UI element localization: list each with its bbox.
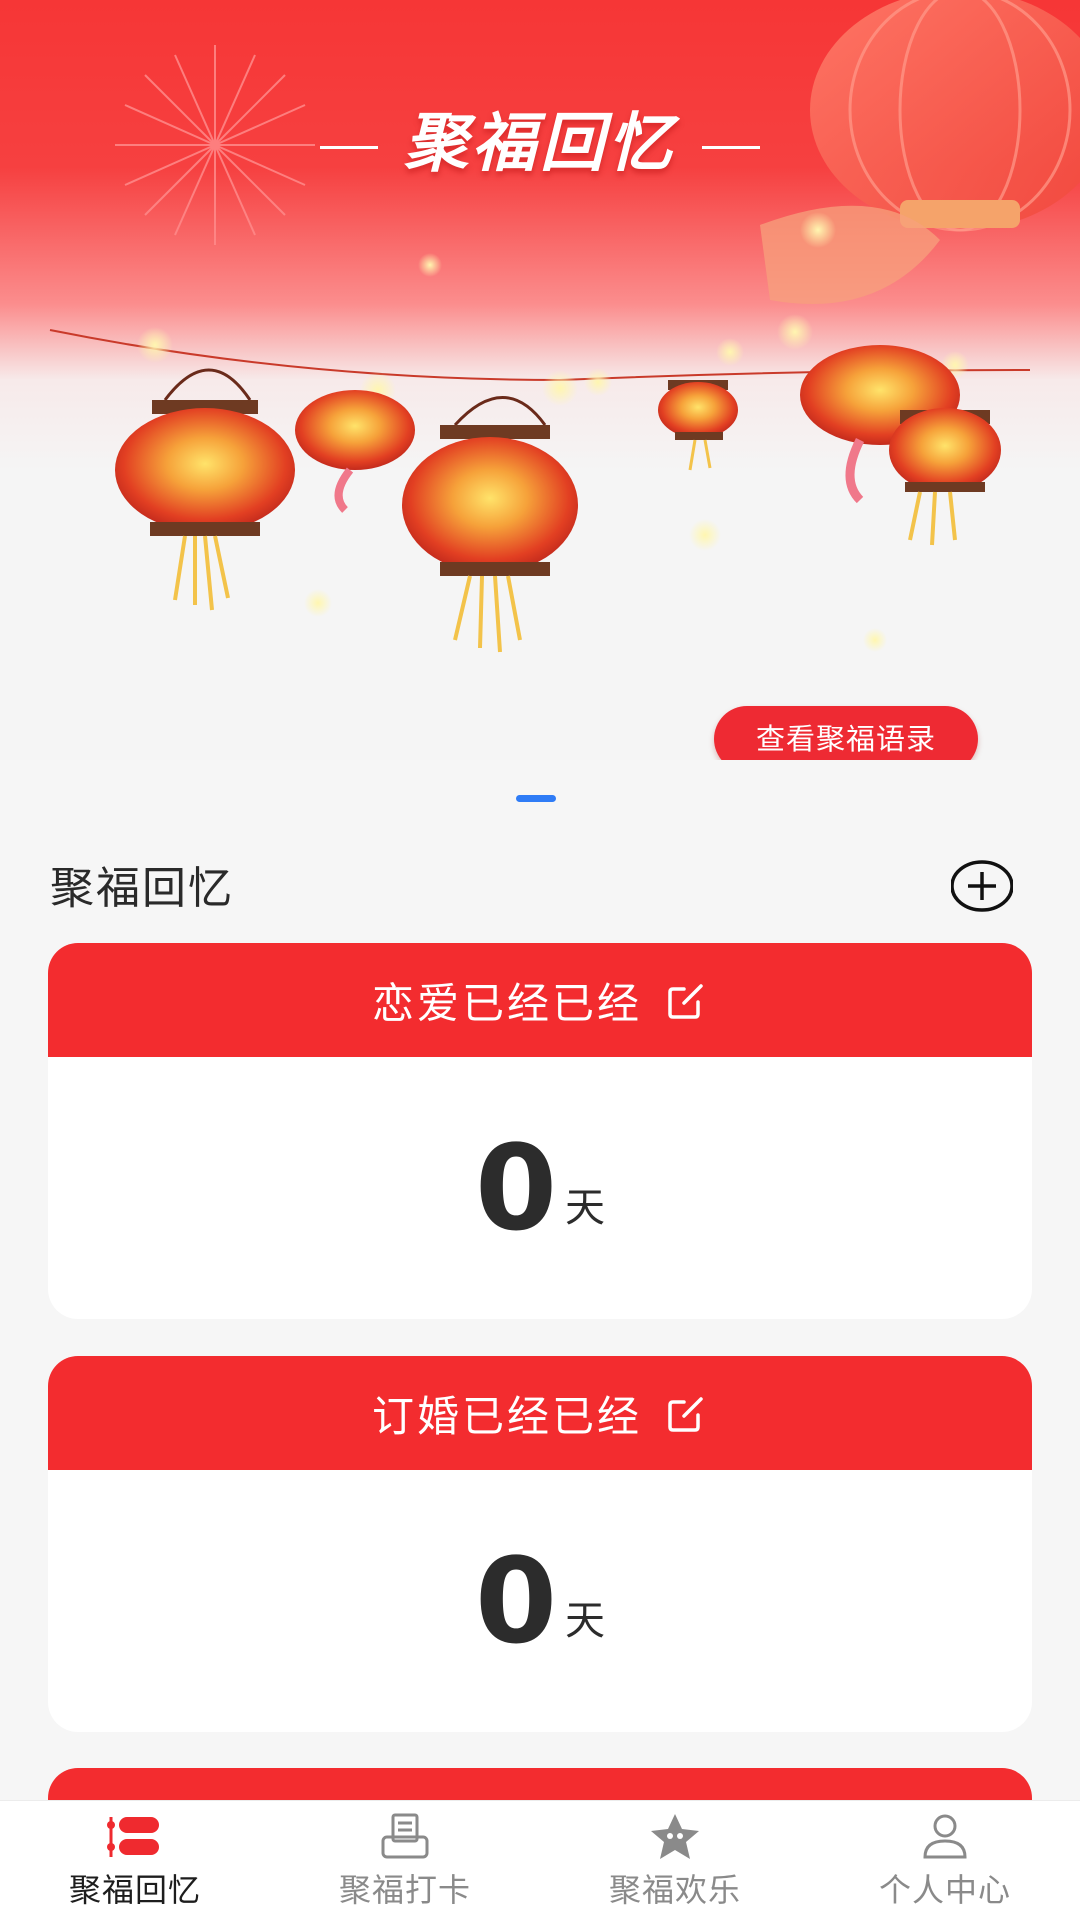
day-count: 0 (474, 1119, 558, 1257)
tab-label: 聚福欢乐 (608, 1871, 741, 1909)
day-count: 0 (474, 1532, 558, 1670)
view-quotes-button[interactable]: 查看聚福语录 (714, 706, 978, 760)
tab-fun[interactable]: 聚福欢乐 (540, 1801, 810, 1921)
tab-profile[interactable]: 个人中心 (810, 1801, 1080, 1921)
tab-label: 个人中心 (878, 1871, 1011, 1909)
title-dash-left (320, 145, 378, 149)
title-dash-right (702, 145, 760, 149)
edit-icon[interactable] (664, 1391, 708, 1435)
memory-card-title: 订婚已经已经 (371, 1391, 642, 1441)
person-icon (923, 1814, 967, 1859)
section-title: 聚福回忆 (50, 863, 234, 914)
memory-card-body: 0 天 (48, 1470, 1032, 1732)
banner: 聚福回忆 查看聚福语录 (0, 0, 1080, 760)
memory-card[interactable]: 恋爱已经已经 0 天 (48, 943, 1032, 1319)
memory-card-body: 0 天 (48, 1057, 1032, 1319)
banner-title: 聚福回忆 (0, 92, 1080, 184)
edit-icon[interactable] (664, 978, 708, 1022)
bottom-tab-bar: 聚福回忆 聚福打卡 聚福欢乐 个人中心 (0, 1800, 1080, 1921)
tab-label: 聚福回忆 (68, 1871, 201, 1909)
memory-card-header[interactable]: 订婚已经已经 (48, 1356, 1032, 1470)
memory-card-header[interactable]: 恋爱已经已经 (48, 943, 1032, 1057)
tab-label: 聚福打卡 (338, 1871, 471, 1909)
memory-card-title: 恋爱已经已经 (371, 978, 642, 1028)
carousel-page-indicator (516, 795, 556, 802)
day-unit: 天 (565, 1598, 606, 1644)
memory-card[interactable]: 订婚已经已经 0 天 (48, 1356, 1032, 1732)
star-icon (651, 1814, 699, 1859)
printer-icon (381, 1813, 429, 1859)
tab-memories[interactable]: 聚福回忆 (0, 1801, 270, 1921)
tab-checkin[interactable]: 聚福打卡 (270, 1801, 540, 1921)
plus-circle-icon[interactable] (951, 860, 1013, 912)
banner-title-text: 聚福回忆 (404, 107, 676, 181)
list-icon (107, 1817, 159, 1857)
day-unit: 天 (565, 1185, 606, 1231)
